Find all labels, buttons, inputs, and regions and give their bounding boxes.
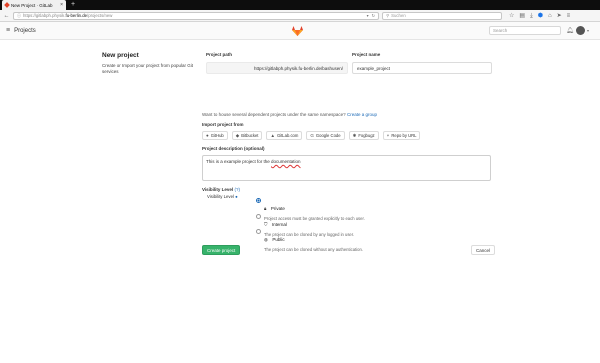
import-label: Import project from xyxy=(202,122,244,127)
star-icon[interactable]: ☆ xyxy=(509,13,514,19)
page-title: New project xyxy=(102,52,139,59)
url-text: https://gitlabph.physik.fu-berlin.de/pro… xyxy=(23,13,113,18)
header-search-input[interactable]: Search xyxy=(489,26,561,35)
project-name-label: Project name xyxy=(352,52,381,57)
import-bitbucket-button[interactable]: ◆ Bitbucket xyxy=(231,131,263,140)
new-tab-button[interactable]: + xyxy=(71,0,75,10)
notification-icon[interactable]: 🔔︎ xyxy=(566,27,574,34)
tab-title: New Project · GitLab xyxy=(11,2,53,8)
radio-public[interactable] xyxy=(256,229,261,234)
visibility-label: Visibility Level (?) xyxy=(202,187,240,192)
google-icon: G xyxy=(310,133,314,138)
lock-icon: 🔒︎ xyxy=(264,206,267,211)
git-icon: ⑂ xyxy=(386,133,390,138)
project-name-input[interactable]: example_project xyxy=(352,62,492,74)
chevron-down-icon[interactable]: ▾ xyxy=(587,28,589,33)
gitlab-logo-icon[interactable] xyxy=(292,26,303,36)
home-icon[interactable]: ⌂ xyxy=(548,13,552,19)
import-github-button[interactable]: ● GitHub xyxy=(202,131,228,140)
dropdown-icon[interactable]: ▾ xyxy=(367,13,369,18)
reload-icon[interactable]: ↻ xyxy=(372,13,375,18)
radio-private[interactable] xyxy=(256,198,261,203)
project-path-field[interactable]: https://gitlabph.physik.fu-berlin.de/bas… xyxy=(206,62,348,74)
github-icon: ● xyxy=(206,133,209,138)
download-icon[interactable]: ⤓ xyxy=(530,13,533,19)
namespace-hint: Want to house several dependent projects… xyxy=(202,112,377,117)
import-buttons: ● GitHub ◆ Bitbucket ▲ GitLab.com G Goog… xyxy=(202,131,421,140)
create-group-link[interactable]: Create a group xyxy=(347,112,377,117)
info-icon[interactable]: ⓘ xyxy=(17,13,21,19)
back-icon[interactable]: ← xyxy=(3,13,10,19)
import-google-code-button[interactable]: G Google Code xyxy=(306,131,345,140)
send-icon[interactable]: ➤ xyxy=(557,13,562,19)
browser-search-bar[interactable]: ⚲ Suchen xyxy=(382,11,502,20)
browser-tab-bar: New Project · GitLab × + xyxy=(0,0,600,10)
browser-search-placeholder: Suchen xyxy=(391,13,406,18)
import-repo-url-button[interactable]: ⑂ Repo by URL xyxy=(382,131,421,140)
reader-icon[interactable]: ▤ xyxy=(519,13,525,19)
gitlab-icon: ▲ xyxy=(270,133,275,138)
menu-icon[interactable]: ≡ xyxy=(567,13,571,19)
tab-close-icon[interactable]: × xyxy=(60,2,63,8)
visibility-help-link[interactable]: (?) xyxy=(234,187,240,192)
visibility-option-public[interactable]: ◍ Public The project can be cloned witho… xyxy=(256,228,363,252)
create-project-button[interactable]: Create project xyxy=(202,245,241,255)
browser-navbar: ← ⓘ https://gitlabph.physik.fu-berlin.de… xyxy=(0,10,600,22)
import-fogbugz-button[interactable]: ✱ Fogbugz xyxy=(348,131,379,140)
shield-icon: ⛉ xyxy=(264,222,268,227)
url-bar[interactable]: ⓘ https://gitlabph.physik.fu-berlin.de/p… xyxy=(13,11,379,20)
header-title[interactable]: Projects xyxy=(14,28,36,34)
radio-internal[interactable] xyxy=(256,214,261,219)
gitlab-favicon-icon xyxy=(4,2,10,8)
cancel-button[interactable]: Cancel xyxy=(471,245,496,255)
info-icon[interactable]: ● xyxy=(235,194,238,199)
bug-icon: ✱ xyxy=(352,132,357,138)
pocket-icon[interactable]: ⬢ xyxy=(538,13,543,19)
description-textarea[interactable]: This is a example project for the docume… xyxy=(202,155,491,181)
browser-tab[interactable]: New Project · GitLab × xyxy=(2,0,66,10)
intro-column: New project Create or Import your projec… xyxy=(102,52,194,75)
import-gitlab-button[interactable]: ▲ GitLab.com xyxy=(266,131,303,140)
main-content: New project Create or Import your projec… xyxy=(0,40,600,362)
bitbucket-icon: ◆ xyxy=(235,132,240,138)
project-path-label: Project path xyxy=(206,52,233,57)
search-icon: ⚲ xyxy=(386,12,390,18)
description-label: Project description (optional) xyxy=(202,146,265,151)
visibility-sublabel: Visibility Level ● xyxy=(207,194,238,199)
avatar[interactable] xyxy=(576,26,585,35)
hamburger-icon[interactable]: ≡ xyxy=(6,27,10,34)
gitlab-header: ≡ Projects Search 🔔︎ ▾ xyxy=(0,22,600,40)
globe-icon: ◍ xyxy=(264,237,268,242)
page-description: Create or Import your project from popul… xyxy=(102,63,194,74)
